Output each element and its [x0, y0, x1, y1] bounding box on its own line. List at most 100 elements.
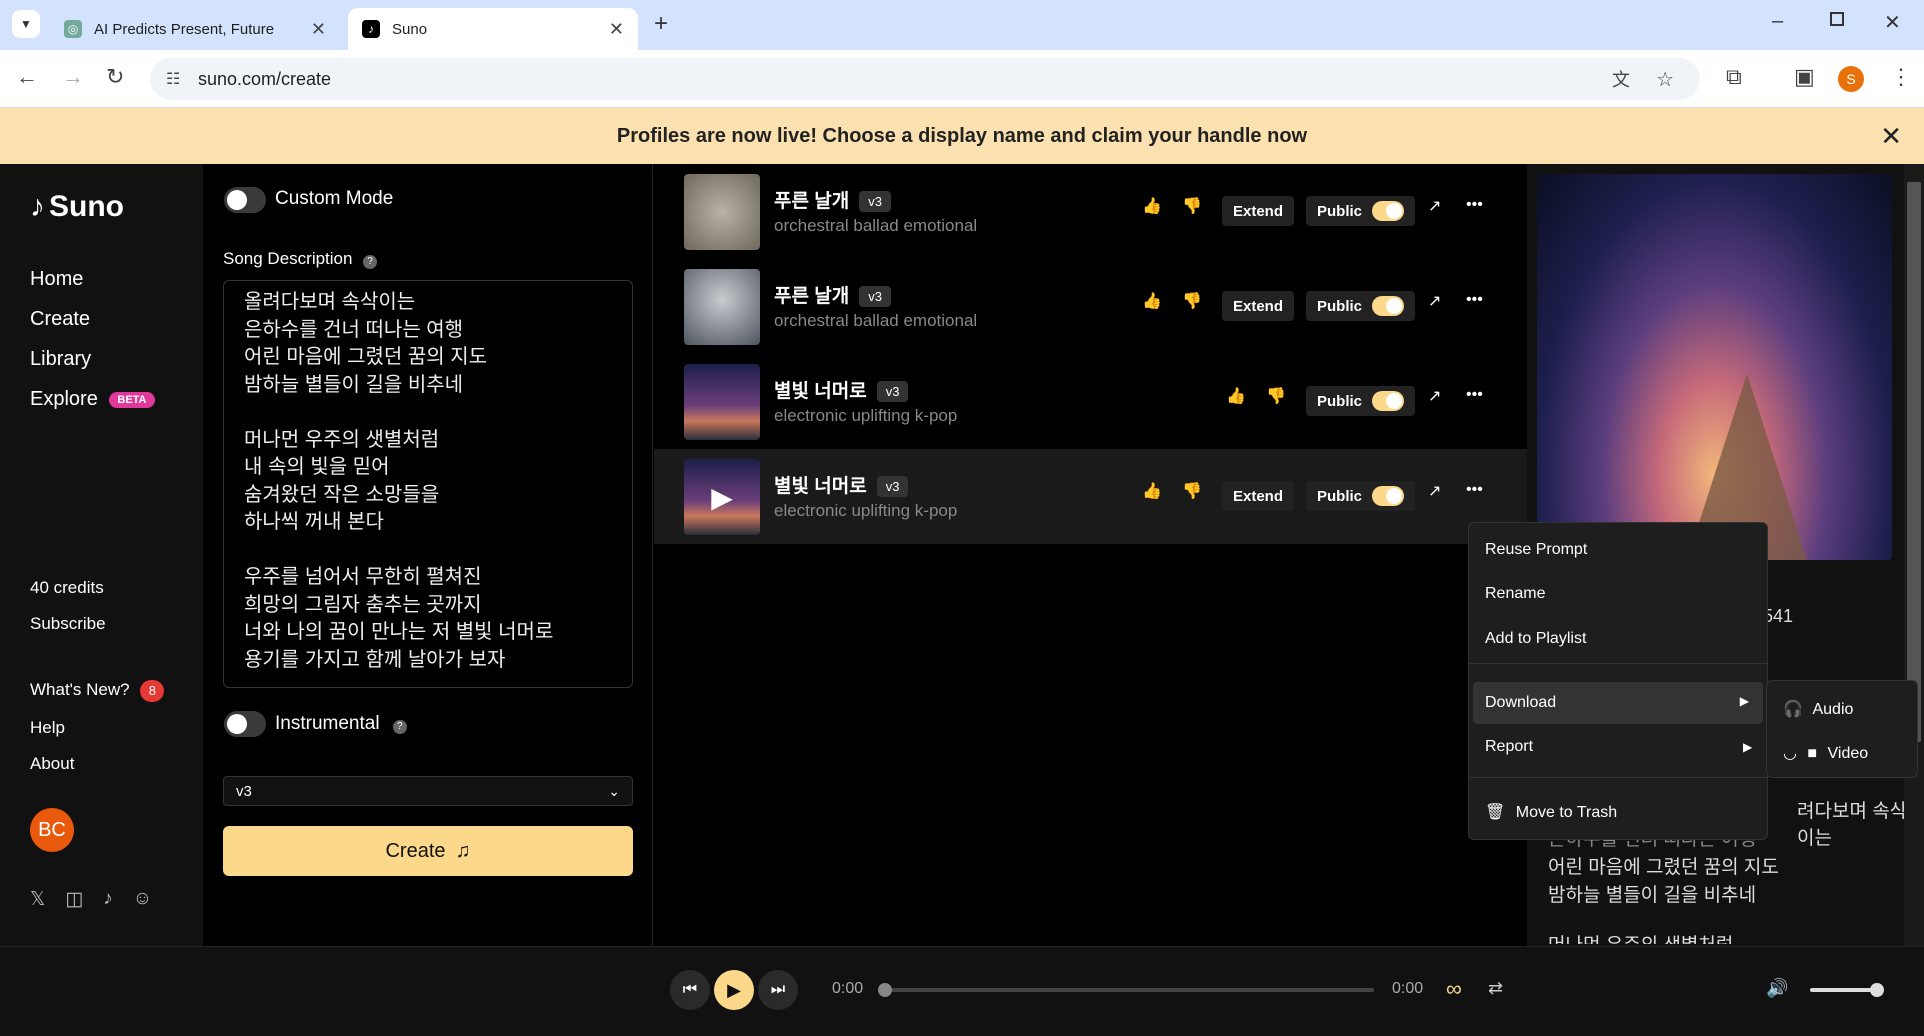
- extend-button[interactable]: Extend: [1222, 481, 1295, 511]
- share-icon[interactable]: ↗: [1428, 196, 1441, 216]
- volume-slider[interactable]: [1810, 983, 1884, 997]
- restore-window-icon[interactable]: [1830, 12, 1844, 26]
- song-tags[interactable]: electronic uplifting k-pop: [774, 406, 957, 426]
- announcement-banner[interactable]: Profiles are now live! Choose a display …: [0, 108, 1924, 164]
- extend-button[interactable]: Extend: [1222, 196, 1295, 226]
- back-icon[interactable]: ←: [16, 64, 38, 90]
- public-toggle[interactable]: Public: [1306, 196, 1416, 226]
- next-track-button[interactable]: ⏭: [758, 970, 798, 1010]
- model-version-select[interactable]: v3 ⌄: [223, 776, 633, 806]
- scrollbar[interactable]: [1904, 164, 1924, 946]
- play-overlay-icon[interactable]: ▶: [711, 481, 733, 514]
- song-title[interactable]: 푸른 날개 v3: [774, 186, 891, 213]
- menu-item-rename[interactable]: Rename: [1485, 585, 1545, 603]
- song-row[interactable]: 별빛 너머로 v3 electronic uplifting k-pop 👍 👎 …: [654, 354, 1527, 449]
- song-title[interactable]: 푸른 날개 v3: [774, 281, 891, 308]
- site-info-icon[interactable]: ☷: [166, 69, 180, 89]
- thumbs-up-icon[interactable]: 👍: [1142, 481, 1162, 501]
- create-button[interactable]: Create ♫: [223, 826, 633, 876]
- share-icon[interactable]: ↗: [1428, 481, 1441, 501]
- menu-item-add-to-playlist[interactable]: Add to Playlist: [1485, 630, 1586, 648]
- song-tags[interactable]: orchestral ballad emotional: [774, 216, 977, 236]
- volume-icon[interactable]: 🔊: [1766, 978, 1788, 999]
- menu-item-reuse-prompt[interactable]: Reuse Prompt: [1485, 541, 1587, 559]
- nav-home[interactable]: Home: [30, 268, 83, 291]
- menu-item-download[interactable]: Download ▶: [1473, 682, 1763, 724]
- more-options-icon[interactable]: •••: [1466, 196, 1483, 214]
- extend-button[interactable]: Extend: [1222, 291, 1295, 321]
- download-video-option[interactable]: ◡ ■ Video: [1783, 743, 1868, 763]
- song-title[interactable]: 별빛 너머로 v3: [774, 471, 909, 498]
- user-avatar[interactable]: BC: [30, 808, 74, 852]
- tab-ai-predicts[interactable]: ◎ AI Predicts Present, Future ✕: [50, 8, 340, 50]
- help-link[interactable]: Help: [30, 718, 65, 738]
- about-link[interactable]: About: [30, 754, 74, 774]
- volume-handle[interactable]: [1870, 983, 1884, 997]
- more-options-icon[interactable]: •••: [1466, 386, 1483, 404]
- close-banner-icon[interactable]: ✕: [1880, 121, 1902, 152]
- subscribe-link[interactable]: Subscribe: [30, 614, 106, 634]
- nav-explore[interactable]: Explore BETA: [30, 388, 155, 411]
- song-tags[interactable]: orchestral ballad emotional: [774, 311, 977, 331]
- tab-suno[interactable]: ♪ Suno ✕: [348, 8, 638, 50]
- address-bar[interactable]: ☷ suno.com/create 文 ☆: [150, 58, 1700, 100]
- repeat-icon[interactable]: ⇄: [1488, 978, 1503, 999]
- public-switch[interactable]: [1372, 391, 1405, 411]
- bookmark-star-icon[interactable]: ☆: [1656, 67, 1674, 92]
- forward-icon[interactable]: →: [62, 64, 84, 90]
- progress-bar[interactable]: [878, 983, 1374, 997]
- more-options-icon[interactable]: •••: [1466, 291, 1483, 309]
- thumbs-down-icon[interactable]: 👎: [1182, 481, 1202, 501]
- public-switch[interactable]: [1372, 486, 1405, 506]
- translate-icon[interactable]: 文: [1612, 66, 1630, 92]
- profile-avatar[interactable]: S: [1838, 66, 1864, 92]
- whats-new-link[interactable]: What's New? 8: [30, 680, 165, 702]
- close-tab-icon[interactable]: ✕: [311, 19, 326, 40]
- tiktok-icon[interactable]: ♪: [103, 888, 113, 911]
- song-title[interactable]: 별빛 너머로 v3: [774, 376, 909, 403]
- download-audio-option[interactable]: 🎧 Audio: [1783, 699, 1853, 719]
- minimize-window-icon[interactable]: –: [1772, 10, 1783, 33]
- public-toggle[interactable]: Public: [1306, 386, 1416, 416]
- scrollbar-thumb[interactable]: [1907, 182, 1921, 742]
- new-tab-button[interactable]: +: [654, 10, 668, 38]
- share-icon[interactable]: ↗: [1428, 386, 1441, 406]
- song-cover-image[interactable]: [684, 174, 760, 250]
- share-icon[interactable]: ↗: [1428, 291, 1441, 311]
- public-switch[interactable]: [1372, 296, 1405, 316]
- thumbs-down-icon[interactable]: 👎: [1182, 291, 1202, 311]
- help-icon[interactable]: ?: [392, 720, 407, 734]
- song-tags[interactable]: electronic uplifting k-pop: [774, 501, 957, 521]
- instagram-icon[interactable]: ◫: [65, 888, 83, 911]
- public-toggle[interactable]: Public: [1306, 291, 1416, 321]
- song-row[interactable]: 푸른 날개 v3 orchestral ballad emotional 👍 👎 …: [654, 164, 1527, 259]
- extensions-icon[interactable]: ⧉: [1726, 64, 1742, 90]
- close-tab-icon[interactable]: ✕: [609, 19, 624, 40]
- public-toggle[interactable]: Public: [1306, 481, 1416, 511]
- thumbs-down-icon[interactable]: 👎: [1182, 196, 1202, 216]
- menu-item-report[interactable]: Report ▶: [1485, 738, 1755, 756]
- x-twitter-icon[interactable]: 𝕏: [30, 888, 45, 911]
- help-icon[interactable]: ?: [363, 255, 378, 269]
- instrumental-toggle[interactable]: [224, 711, 266, 737]
- thumbs-up-icon[interactable]: 👍: [1142, 196, 1162, 216]
- nav-library[interactable]: Library: [30, 348, 91, 371]
- loop-icon[interactable]: ∞: [1446, 976, 1462, 1002]
- reload-icon[interactable]: ↻: [106, 64, 124, 90]
- thumbs-up-icon[interactable]: 👍: [1142, 291, 1162, 311]
- custom-mode-toggle[interactable]: [224, 187, 266, 213]
- previous-track-button[interactable]: ⏮: [670, 970, 710, 1010]
- song-cover-image[interactable]: [684, 364, 760, 440]
- thumbs-down-icon[interactable]: 👎: [1266, 386, 1286, 406]
- public-switch[interactable]: [1372, 201, 1405, 221]
- more-options-icon[interactable]: •••: [1466, 481, 1483, 499]
- close-window-icon[interactable]: ✕: [1884, 10, 1901, 35]
- nav-create[interactable]: Create: [30, 308, 90, 331]
- song-row[interactable]: ▶ 별빛 너머로 v3 electronic uplifting k-pop 👍 …: [654, 449, 1527, 544]
- thumbs-up-icon[interactable]: 👍: [1226, 386, 1246, 406]
- song-row[interactable]: 푸른 날개 v3 orchestral ballad emotional 👍 👎 …: [654, 259, 1527, 354]
- suno-logo[interactable]: ♪ Suno: [30, 190, 124, 224]
- song-cover-image[interactable]: ▶: [684, 459, 760, 535]
- discord-icon[interactable]: ☺: [133, 888, 152, 911]
- play-button[interactable]: ▶: [714, 970, 754, 1010]
